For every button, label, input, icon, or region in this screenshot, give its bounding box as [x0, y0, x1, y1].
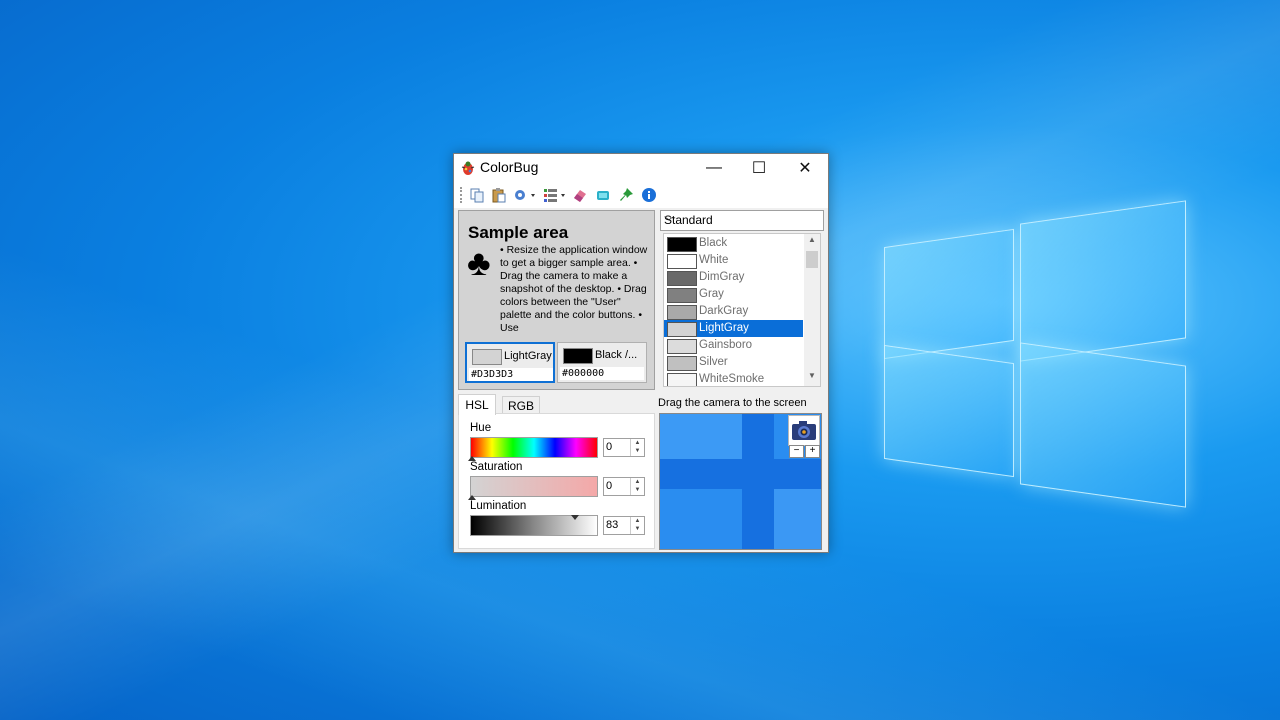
color-swatch — [667, 305, 697, 320]
color-name: LightGray — [699, 322, 749, 334]
saturation-label: Saturation — [470, 461, 523, 473]
color-swatch — [667, 356, 697, 371]
color-name: WhiteSmoke — [699, 373, 765, 385]
title-bar[interactable]: ColorBug — ☐ ✕ — [454, 154, 828, 182]
tab-hsl[interactable]: HSL — [458, 394, 496, 415]
list-item-selected[interactable]: LightGray — [664, 320, 803, 337]
hsl-panel: Hue 0 ▲ ▼ Saturation 0 ▲ ▼ Lumination 83 ▲ ▼ — [458, 413, 655, 549]
lumination-slider[interactable] — [470, 515, 598, 536]
palette-list-icon[interactable] — [542, 186, 568, 204]
list-item[interactable]: Gray — [664, 286, 803, 303]
scroll-down-icon[interactable]: ▼ — [804, 371, 820, 385]
hue-label: Hue — [470, 422, 492, 434]
camera-icon — [792, 421, 816, 440]
sample-area-text: • Resize the application window to get a… — [500, 244, 648, 334]
palette-dropdown[interactable]: Standard ﹀ — [660, 210, 824, 231]
list-item[interactable]: DimGray — [664, 269, 803, 286]
color-button-1-swatch — [472, 349, 502, 365]
zoom-in-button[interactable]: + — [805, 445, 820, 458]
list-item[interactable]: Gainsboro — [664, 337, 803, 354]
color-name: DarkGray — [699, 305, 749, 317]
colorbug-window: ColorBug — ☐ ✕ Sample area ♣ • Resize th… — [453, 153, 829, 553]
list-item[interactable]: WhiteSmoke — [664, 371, 803, 386]
color-button-2-label: Black /... — [595, 349, 638, 361]
color-name: Black — [699, 237, 728, 249]
tape-icon[interactable] — [594, 186, 612, 204]
sample-area-title: Sample area — [468, 223, 569, 242]
chevron-down-icon: ﹀ — [664, 217, 674, 228]
color-swatch — [667, 237, 697, 252]
color-button-2[interactable]: Black /... #000000 — [557, 342, 647, 383]
close-button[interactable]: ✕ — [782, 154, 828, 182]
minimize-button[interactable]: — — [691, 154, 737, 182]
settings-icon[interactable] — [512, 186, 538, 204]
toolbar — [454, 182, 828, 208]
paste-icon[interactable] — [490, 186, 508, 204]
list-item[interactable]: Black — [664, 235, 803, 252]
color-swatch — [667, 271, 697, 286]
saturation-value: 0 — [606, 480, 613, 492]
color-name: White — [699, 254, 729, 266]
color-swatch — [667, 339, 697, 354]
hue-value: 0 — [606, 441, 613, 453]
eraser-icon[interactable] — [571, 186, 589, 204]
color-name: Gainsboro — [699, 339, 753, 351]
spinner-arrows-icon[interactable]: ▲ ▼ — [630, 439, 644, 456]
window-title: ColorBug — [480, 159, 539, 175]
scroll-up-icon[interactable]: ▲ — [804, 235, 820, 249]
zoom-out-button[interactable]: − — [789, 445, 804, 458]
color-swatch — [667, 373, 697, 386]
color-button-1[interactable]: LightGray #D3D3D3 — [465, 342, 555, 383]
windows-logo — [884, 194, 1186, 508]
lumination-label: Lumination — [470, 500, 527, 512]
color-button-1-label: LightGray — [504, 350, 552, 362]
color-name: Gray — [699, 288, 724, 300]
list-scrollbar[interactable]: ▲ ▼ — [804, 234, 820, 386]
info-icon[interactable] — [640, 186, 658, 204]
lumination-spinner[interactable]: 83 ▲ ▼ — [603, 516, 645, 535]
color-swatch — [667, 288, 697, 303]
list-item[interactable]: White — [664, 252, 803, 269]
color-button-2-hex[interactable]: #000000 — [560, 367, 644, 380]
lumination-value: 83 — [606, 519, 619, 531]
clover-icon: ♣ — [467, 242, 491, 283]
maximize-button[interactable]: ☐ — [736, 154, 782, 182]
color-button-1-hex[interactable]: #D3D3D3 — [469, 368, 553, 381]
scroll-thumb[interactable] — [806, 251, 818, 268]
spinner-arrows-icon[interactable]: ▲ ▼ — [630, 517, 644, 534]
toolbar-grip[interactable] — [460, 187, 464, 203]
palette-color-list[interactable]: Black White DimGray Gray DarkGray LightG… — [663, 233, 821, 387]
pin-icon[interactable] — [617, 186, 635, 204]
saturation-spinner[interactable]: 0 ▲ ▼ — [603, 477, 645, 496]
color-model-tabs: HSL RGB — [458, 394, 654, 415]
saturation-slider[interactable] — [468, 476, 598, 500]
sample-area: Sample area ♣ • Resize the application w… — [458, 210, 655, 390]
spinner-arrows-icon[interactable]: ▲ ▼ — [630, 478, 644, 495]
hue-slider[interactable] — [468, 437, 598, 461]
color-name: Silver — [699, 356, 728, 368]
lumination-slider-thumb[interactable] — [571, 515, 579, 520]
list-item[interactable]: DarkGray — [664, 303, 803, 320]
color-swatch — [667, 254, 697, 269]
camera-button[interactable] — [788, 415, 820, 446]
color-swatch — [667, 322, 697, 337]
color-name: DimGray — [699, 271, 745, 283]
color-button-2-swatch — [563, 348, 593, 364]
bug-icon — [461, 161, 475, 175]
copy-icon[interactable] — [468, 186, 486, 204]
hue-spinner[interactable]: 0 ▲ ▼ — [603, 438, 645, 457]
camera-caption: Drag the camera to the screen — [658, 397, 807, 409]
list-item[interactable]: Silver — [664, 354, 803, 371]
